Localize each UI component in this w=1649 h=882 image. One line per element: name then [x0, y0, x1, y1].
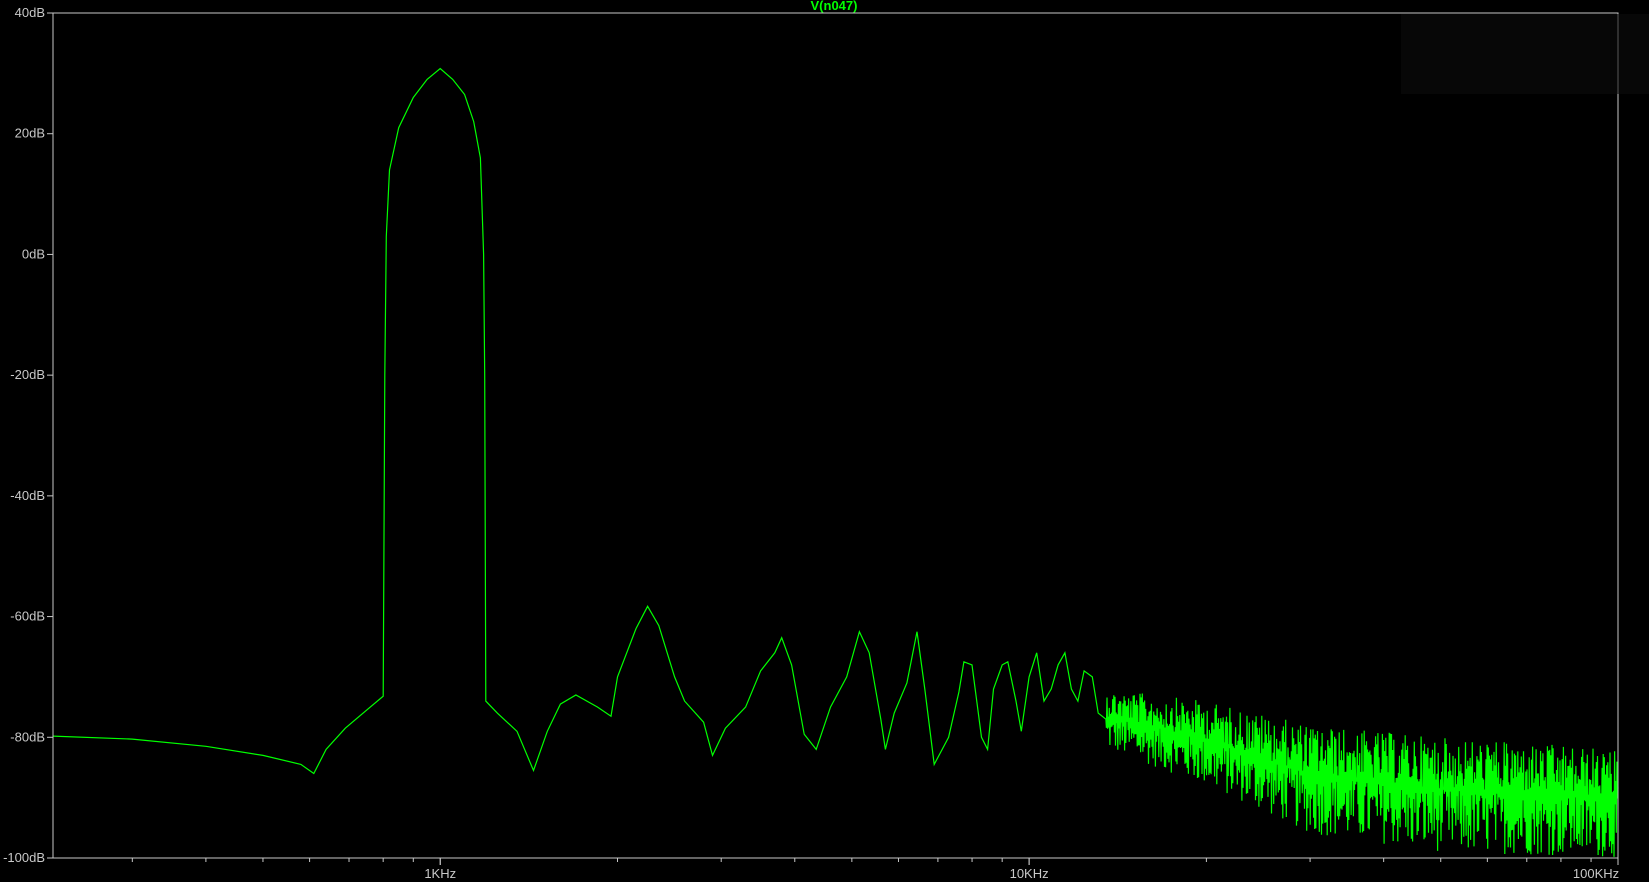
- y-tick-label: -60dB: [10, 609, 45, 624]
- y-tick-label: 20dB: [15, 126, 45, 141]
- y-tick-label: 40dB: [15, 5, 45, 20]
- y-tick-label: 0dB: [22, 246, 45, 261]
- y-tick-label: -20dB: [10, 367, 45, 382]
- spectrum-plot: V(n047) 40dB 20dB 0dB -20dB -40dB -60dB -80dB -…: [0, 0, 1649, 882]
- x-tick-label: 1KHz: [424, 866, 456, 881]
- y-tick-label: -40dB: [10, 488, 45, 503]
- x-tick-label: 10KHz: [1010, 866, 1049, 881]
- x-tick-label: 100KHz: [1573, 866, 1619, 881]
- series-title: V(n047): [811, 0, 858, 13]
- y-tick-label: -100dB: [3, 850, 45, 865]
- y-tick-label: -80dB: [10, 729, 45, 744]
